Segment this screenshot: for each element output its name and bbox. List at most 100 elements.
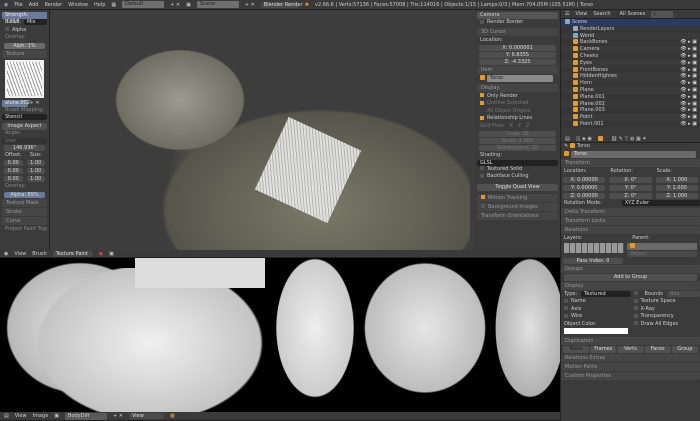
- motion-tracking-section[interactable]: Motion Tracking: [477, 193, 558, 202]
- visibility-toggles-icon[interactable]: 👁 ▸ ▣: [680, 121, 697, 128]
- visibility-toggles-icon[interactable]: 👁 ▸ ▣: [680, 114, 697, 121]
- offset-z[interactable]: 0.00: [4, 176, 23, 182]
- transform-orientations-section[interactable]: Transform Orientations: [477, 211, 558, 220]
- view-mode-select[interactable]: View: [128, 413, 164, 419]
- menu-help[interactable]: Help: [94, 2, 105, 8]
- outliner-item[interactable]: Point.001 👁 ▸ ▣: [561, 120, 700, 128]
- object-tab-icon[interactable]: [597, 136, 603, 141]
- editor-type-icon[interactable]: ◉: [4, 2, 8, 8]
- object-name-field[interactable]: Torso: [571, 150, 696, 158]
- parent-type-select[interactable]: Object: [627, 250, 697, 257]
- uv-image-editor[interactable]: [0, 258, 560, 412]
- mode-select[interactable]: Texture Paint: [52, 250, 93, 257]
- render-border-checkbox[interactable]: Render Border: [477, 19, 558, 27]
- outliner-item[interactable]: Plane 👁 ▸ ▣: [561, 86, 700, 94]
- cursor-x[interactable]: X: 0.000001: [479, 45, 556, 51]
- subdivisions-field[interactable]: Subdivisions: 10: [479, 145, 556, 151]
- only-render-checkbox[interactable]: Only Render: [477, 93, 558, 101]
- scale-field[interactable]: Scale: 1.000: [479, 138, 556, 144]
- view-menu[interactable]: View: [15, 413, 27, 419]
- size-x[interactable]: 1.00: [26, 160, 45, 166]
- motion-paths-section[interactable]: Motion Paths: [561, 363, 700, 371]
- visibility-toggles-icon[interactable]: 👁 ▸ ▣: [680, 80, 697, 87]
- visibility-toggles-icon[interactable]: 👁 ▸ ▣: [680, 39, 697, 46]
- image-aspect-button[interactable]: Image Aspect: [2, 123, 47, 130]
- editor-type-icon[interactable]: ☰: [565, 11, 569, 17]
- dup-none-button[interactable]: None: [563, 346, 590, 353]
- relationship-lines-checkbox[interactable]: Relationship Lines: [477, 115, 558, 123]
- visibility-toggles-icon[interactable]: 👁 ▸ ▣: [680, 60, 697, 67]
- editor-type-icon[interactable]: ▤: [565, 136, 570, 142]
- axis-y-toggle[interactable]: Y: [518, 123, 521, 131]
- outliner-item[interactable]: Scene: [561, 19, 700, 26]
- outliner-item[interactable]: Horn 👁 ▸ ▣: [561, 80, 700, 87]
- view-menu[interactable]: View: [575, 11, 587, 17]
- type-select[interactable]: Textured: [581, 290, 631, 297]
- overlay2-alpha-field[interactable]: Alpha: 65%: [4, 191, 45, 198]
- outliner-item[interactable]: HiddenHighres 👁 ▸ ▣: [561, 73, 700, 80]
- texture-mask-section[interactable]: Texture Mask: [2, 198, 47, 207]
- size-y[interactable]: 1.00: [26, 168, 45, 174]
- draw-all-edges-checkbox[interactable]: Draw All Edges: [631, 321, 700, 329]
- scale-z[interactable]: Z: 1.000: [655, 192, 698, 199]
- outliner-item[interactable]: Point 👁 ▸ ▣: [561, 114, 700, 121]
- outliner-item[interactable]: Plane.002 👁 ▸ ▣: [561, 100, 700, 108]
- add-scene-icon[interactable]: + ✕: [245, 2, 255, 8]
- transparency-checkbox[interactable]: Transparency: [631, 313, 700, 321]
- location-x[interactable]: X: 0.00000: [563, 176, 606, 183]
- image-menu[interactable]: Image: [33, 413, 49, 419]
- axis-x-toggle[interactable]: X: [510, 123, 513, 131]
- delta-transform-section[interactable]: Delta Transform: [561, 208, 700, 216]
- xray-checkbox[interactable]: X-Ray: [631, 306, 700, 314]
- relations-section[interactable]: Relations: [561, 226, 700, 234]
- curve-section[interactable]: Curve: [2, 216, 47, 225]
- grid-floor-row[interactable]: Grid Floor X Y Z: [477, 123, 558, 131]
- object-color-swatch[interactable]: [564, 328, 628, 334]
- transform-section[interactable]: Transform: [561, 159, 700, 167]
- outliner-item[interactable]: Plane.003 👁 ▸ ▣: [561, 107, 700, 115]
- display-mode-select[interactable]: All Scenes: [616, 11, 645, 17]
- rotation-y[interactable]: Y: 0°: [609, 184, 652, 191]
- offset-y[interactable]: 0.00: [4, 168, 23, 174]
- texture-preview[interactable]: [5, 59, 44, 98]
- shading-icon[interactable]: ◉: [99, 251, 103, 257]
- outliner-item[interactable]: Plane.001 👁 ▸ ▣: [561, 93, 700, 101]
- editor-type-icon[interactable]: ◉: [4, 251, 8, 257]
- texture-add-icon[interactable]: + ✕: [28, 100, 40, 106]
- render-tab-icon[interactable]: ◫ ◈ ◉: [576, 136, 592, 142]
- size-z[interactable]: 1.00: [26, 176, 45, 182]
- pin-icon[interactable]: ✎: [564, 143, 570, 149]
- item-section[interactable]: Item: [477, 66, 558, 74]
- angle-field[interactable]: 146.936°: [4, 144, 45, 151]
- lines-field[interactable]: Lines: 16: [479, 131, 556, 137]
- cursor-z[interactable]: Z: -4.3325: [479, 59, 556, 65]
- visibility-toggles-icon[interactable]: 👁 ▸ ▣: [680, 67, 697, 74]
- search-input[interactable]: ⌕: [650, 10, 673, 18]
- custom-properties-section[interactable]: Custom Properties: [561, 372, 700, 380]
- texture-space-checkbox[interactable]: Texture Space: [631, 298, 700, 306]
- search-menu[interactable]: Search: [593, 11, 610, 17]
- menu-file[interactable]: File: [14, 2, 22, 8]
- axis-z-toggle[interactable]: Z: [526, 123, 529, 131]
- layout-select[interactable]: Default: [122, 1, 165, 8]
- render-engine-select[interactable]: Blender Render: [260, 1, 303, 8]
- outliner-item[interactable]: Eyes 👁 ▸ ▣: [561, 59, 700, 67]
- axis-checkbox[interactable]: Axis: [561, 306, 631, 314]
- cursor-y[interactable]: Y: 6.8355: [479, 52, 556, 58]
- layers-grid[interactable]: [564, 242, 624, 253]
- bounds-checkbox[interactable]: Bounds: [645, 291, 664, 299]
- dup-group-button[interactable]: Group: [671, 346, 699, 353]
- camera-field[interactable]: Camera: [477, 12, 558, 19]
- toggle-quad-view-button[interactable]: Toggle Quad View: [477, 183, 558, 191]
- textured-solid-checkbox[interactable]: Textured Solid: [477, 166, 558, 174]
- outliner-item[interactable]: Camera 👁 ▸ ▣: [561, 46, 700, 53]
- scale-y[interactable]: Y: 1.000: [655, 184, 698, 191]
- display-section[interactable]: Display: [561, 281, 700, 290]
- rotation-z[interactable]: Z: 0°: [609, 192, 652, 199]
- scene-icon[interactable]: ▣: [186, 2, 191, 8]
- name-checkbox[interactable]: Name: [561, 298, 631, 306]
- layout-icon[interactable]: ▦: [111, 2, 116, 8]
- overlay-alpha-field[interactable]: Alph: 1%: [4, 42, 45, 49]
- display-section[interactable]: Display: [477, 83, 558, 92]
- brush-mapping-select[interactable]: Stencil: [2, 114, 47, 120]
